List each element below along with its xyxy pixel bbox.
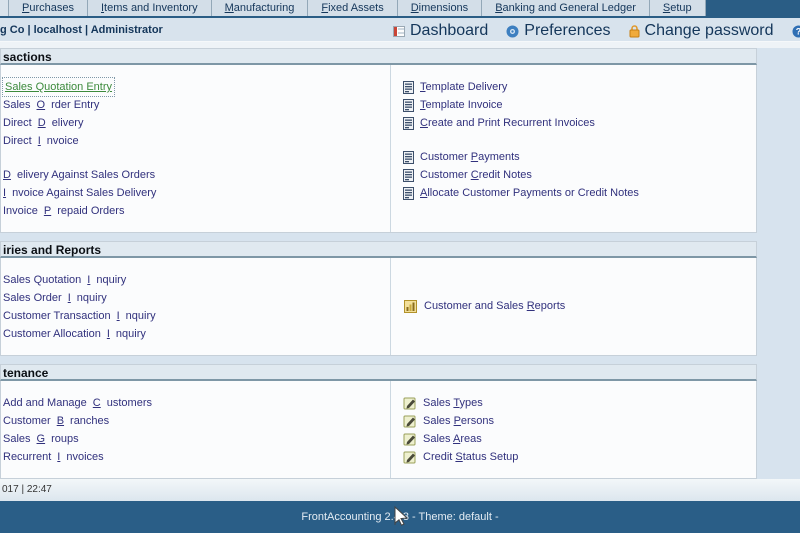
link-group: Customer and Sales Reports <box>403 297 756 315</box>
link-direct-delivery[interactable]: Direct Delivery <box>3 114 390 132</box>
tabbar-filler <box>705 0 800 16</box>
edit-icon <box>403 415 416 428</box>
document-icon <box>403 168 414 182</box>
link-label: Create and Print Recurrent Invoices <box>420 117 595 129</box>
svg-text:?: ? <box>795 26 800 36</box>
change-password-label: Change password <box>644 22 774 39</box>
link-recurrent-invoices[interactable]: Recurrent Invoices <box>3 448 390 466</box>
lock-icon <box>629 24 640 37</box>
document-icon <box>403 98 414 112</box>
link-label: Customer Credit Notes <box>420 169 532 181</box>
inquiries-right-column: Customer and Sales Reports <box>391 258 756 355</box>
link-group: Customer Payments Customer Credit Notes … <box>403 148 756 202</box>
link-group: Sales Quotation Inquiry Sales Order Inqu… <box>3 271 390 343</box>
transactions-right-column: Template Delivery Template Invoice Creat… <box>391 65 756 232</box>
link-customer-branches[interactable]: Customer Branches <box>3 412 390 430</box>
document-icon <box>403 150 414 164</box>
edit-icon <box>403 433 416 446</box>
tab-dimensions[interactable]: Dimensions <box>398 0 483 16</box>
inquiries-panel: Sales Quotation Inquiry Sales Order Inqu… <box>0 258 757 356</box>
help-button[interactable]: ? Help <box>792 22 800 40</box>
tab-banking-and-general-ledger[interactable]: Banking and General Ledger <box>482 0 650 16</box>
edit-icon <box>403 397 416 410</box>
link-customer-allocation-inquiry[interactable]: Customer Allocation Inquiry <box>3 325 390 343</box>
preferences-button[interactable]: Preferences <box>506 22 611 40</box>
link-group: Add and Manage Customers Customer Branch… <box>3 394 390 466</box>
document-icon <box>403 80 414 94</box>
dashboard-button[interactable]: Dashboard <box>393 22 488 40</box>
transactions-panel: Sales Quotation Entry Sales Order Entry … <box>0 65 757 233</box>
link-sales-quotation-inquiry[interactable]: Sales Quotation Inquiry <box>3 271 390 289</box>
section-title-maintenance: tenance <box>0 364 757 381</box>
link-template-invoice[interactable]: Template Invoice <box>403 96 756 114</box>
link-credit-status-setup[interactable]: Credit Status Setup <box>403 448 756 466</box>
link-template-delivery[interactable]: Template Delivery <box>403 78 756 96</box>
link-label: Credit Status Setup <box>423 451 519 463</box>
link-customer-payments[interactable]: Customer Payments <box>403 148 756 166</box>
module-tabbar: Purchases Items and Inventory Manufactur… <box>0 0 800 18</box>
link-allocate-customer-payments-or-credit-notes[interactable]: Allocate Customer Payments or Credit Not… <box>403 184 756 202</box>
help-icon: ? <box>792 25 800 37</box>
link-sales-groups[interactable]: Sales Groups <box>3 430 390 448</box>
user-bar-menu: Dashboard Preferences Change password ? … <box>393 22 800 40</box>
link-sales-types[interactable]: Sales Types <box>403 394 756 412</box>
link-sales-order-entry[interactable]: Sales Order Entry <box>3 96 390 114</box>
link-group: Template Delivery Template Invoice Creat… <box>403 78 756 132</box>
link-invoice-against-sales-delivery[interactable]: Invoice Against Sales Delivery <box>3 184 390 202</box>
document-icon <box>403 116 414 130</box>
link-label: Allocate Customer Payments or Credit Not… <box>420 187 639 199</box>
link-customer-and-sales-reports[interactable]: Customer and Sales Reports <box>403 297 756 315</box>
link-invoice-prepaid-orders[interactable]: Invoice Prepaid Orders <box>3 202 390 220</box>
link-label: Customer Payments <box>420 151 520 163</box>
link-sales-quotation-entry[interactable]: Sales Quotation Entry <box>1 77 116 97</box>
tab-setup[interactable]: Setup <box>650 0 706 16</box>
link-label: Sales Types <box>423 397 483 409</box>
maintenance-left-column: Add and Manage Customers Customer Branch… <box>1 381 391 478</box>
link-sales-areas[interactable]: Sales Areas <box>403 430 756 448</box>
link-label: Template Delivery <box>420 81 508 93</box>
report-icon <box>404 299 417 313</box>
maintenance-panel: Add and Manage Customers Customer Branch… <box>0 381 757 479</box>
link-add-and-manage-customers[interactable]: Add and Manage Customers <box>3 394 390 412</box>
link-group: Sales Quotation Entry Sales Order Entry … <box>1 77 390 150</box>
status-bar: 017 | 22:47 <box>0 479 800 501</box>
tab-manufacturing[interactable]: Manufacturing <box>212 0 309 16</box>
link-delivery-against-sales-orders[interactable]: Delivery Against Sales Orders <box>3 166 390 184</box>
section-title-transactions: sactions <box>0 48 757 65</box>
link-label: Sales Persons <box>423 415 494 427</box>
link-customer-credit-notes[interactable]: Customer Credit Notes <box>403 166 756 184</box>
company-user-context: g Co | localhost | Administrator <box>0 23 163 36</box>
link-sales-order-inquiry[interactable]: Sales Order Inquiry <box>3 289 390 307</box>
tab-fixed-assets[interactable]: Fixed Assets <box>308 0 398 16</box>
link-direct-invoice[interactable]: Direct Invoice <box>3 132 390 150</box>
preferences-icon <box>506 25 519 37</box>
link-label: Template Invoice <box>420 99 503 111</box>
edit-icon <box>403 451 416 464</box>
transactions-left-column: Sales Quotation Entry Sales Order Entry … <box>1 65 391 232</box>
tab-purchases[interactable]: Purchases <box>9 0 88 16</box>
mouse-cursor <box>394 505 409 526</box>
datetime-text: 017 | 22:47 <box>2 484 52 495</box>
inquiries-left-column: Sales Quotation Inquiry Sales Order Inqu… <box>1 258 391 355</box>
tab-items-and-inventory[interactable]: Items and Inventory <box>88 0 212 16</box>
link-sales-persons[interactable]: Sales Persons <box>403 412 756 430</box>
dashboard-label: Dashboard <box>410 22 489 39</box>
maintenance-right-column: Sales Types Sales Persons Sales Areas Cr… <box>391 381 756 478</box>
preferences-label: Preferences <box>524 22 611 39</box>
section-title-inquiries-and-reports: iries and Reports <box>0 241 757 258</box>
link-group: Sales Types Sales Persons Sales Areas Cr… <box>403 394 756 466</box>
link-label: Sales Areas <box>423 433 482 445</box>
link-create-and-print-recurrent-invoices[interactable]: Create and Print Recurrent Invoices <box>403 114 756 132</box>
main-content: sactions Sales Quotation Entry Sales Ord… <box>0 48 757 479</box>
document-icon <box>403 186 414 200</box>
tab-sales-partial[interactable] <box>0 0 9 16</box>
link-group: Delivery Against Sales Orders Invoice Ag… <box>3 166 390 220</box>
link-customer-transaction-inquiry[interactable]: Customer Transaction Inquiry <box>3 307 390 325</box>
change-password-button[interactable]: Change password <box>629 22 774 40</box>
dashboard-icon <box>393 25 405 37</box>
link-label: Customer and Sales Reports <box>424 300 566 312</box>
